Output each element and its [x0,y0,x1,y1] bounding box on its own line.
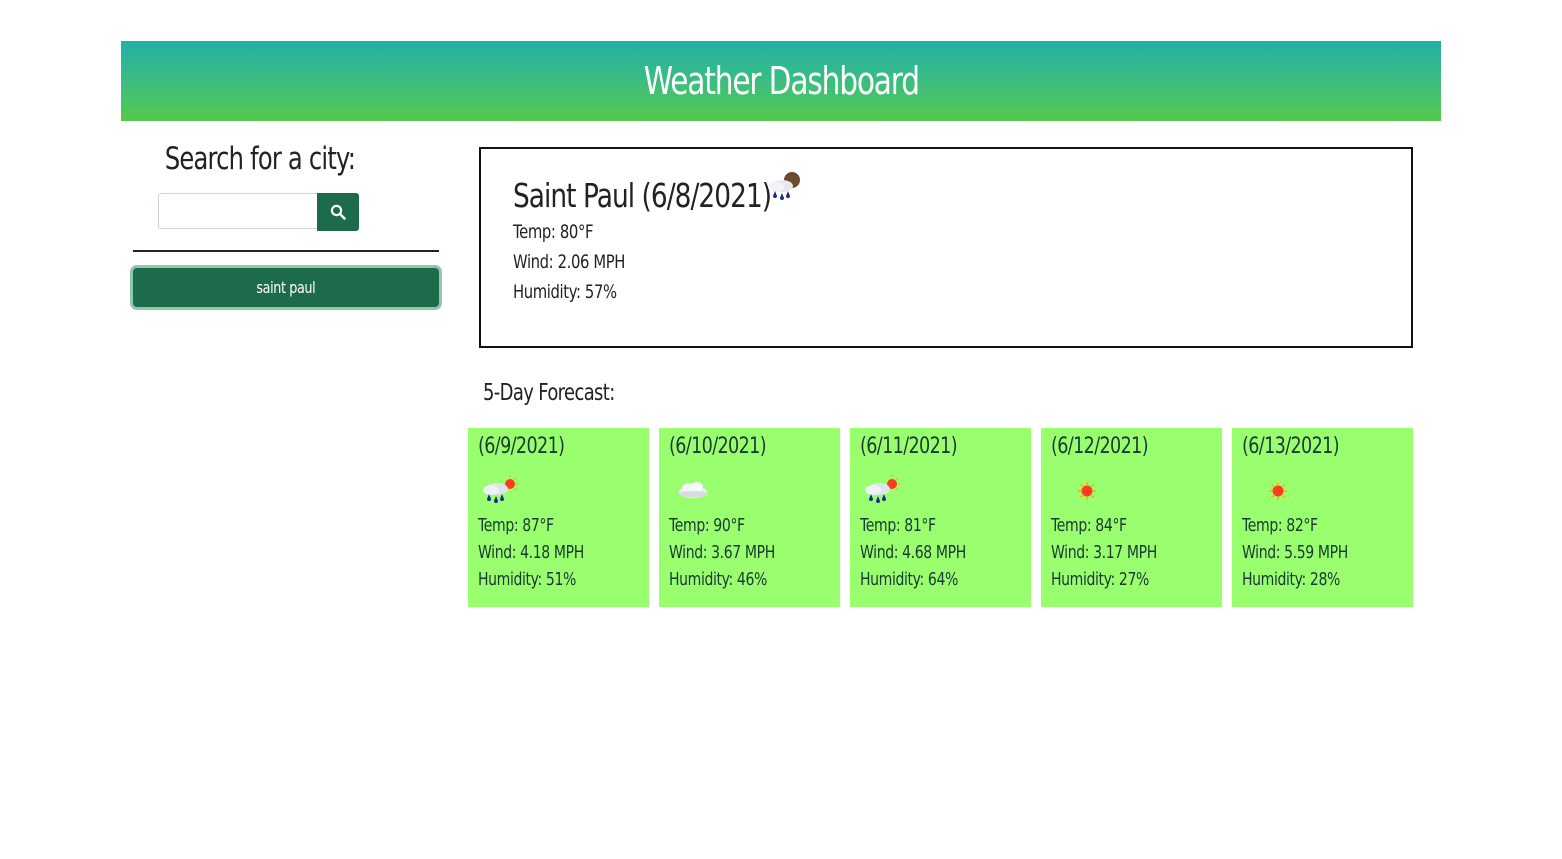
search-icon [330,204,346,220]
sun-icon [1078,482,1096,500]
sun-icon [1269,482,1287,500]
forecast-stats: Temp: 84°F Wind: 3.17 MPH Humidity: 27% [1051,512,1187,593]
forecast-temp: Temp: 81°F [860,515,936,536]
rain-sun-icon [483,475,518,503]
rain-cloud-night-icon [768,172,800,200]
weather-dashboard-page: Weather Dashboard Search for a city: sai… [0,0,1562,859]
search-button[interactable] [317,193,359,231]
forecast-date: (6/9/2021) [478,434,565,459]
forecast-card: (6/11/2021) Temp: 81°F Wind: 4.68 MPH Hu… [850,428,1031,607]
current-humidity: Humidity: 57% [513,281,617,303]
current-city-title: Saint Paul (6/8/2021) [513,176,772,215]
forecast-stats: Temp: 82°F Wind: 5.59 MPH Humidity: 28% [1242,512,1378,593]
forecast-humidity: Humidity: 28% [1242,569,1340,590]
page-title: Weather Dashboard [643,59,919,103]
forecast-date: (6/11/2021) [860,434,958,459]
forecast-temp: Temp: 84°F [1051,515,1127,536]
forecast-card: (6/13/2021) Temp: 82°F Wind: 5.59 MPH Hu… [1232,428,1413,607]
forecast-date: (6/10/2021) [669,434,767,459]
forecast-stats: Temp: 81°F Wind: 4.68 MPH Humidity: 64% [860,512,996,593]
header-banner: Weather Dashboard [121,41,1441,121]
forecast-wind: Wind: 4.18 MPH [478,542,584,563]
forecast-date: (6/13/2021) [1242,434,1340,459]
history-button-label: saint paul [256,278,316,297]
cloud-icon [678,482,708,498]
forecast-temp: Temp: 87°F [478,515,554,536]
forecast-date: (6/12/2021) [1051,434,1149,459]
forecast-stats: Temp: 87°F Wind: 4.18 MPH Humidity: 51% [478,512,614,593]
search-form [158,193,359,231]
forecast-humidity: Humidity: 51% [478,569,576,590]
forecast-wind: Wind: 3.17 MPH [1051,542,1157,563]
forecast-stats: Temp: 90°F Wind: 3.67 MPH Humidity: 46% [669,512,805,593]
sidebar-divider [133,250,439,252]
rain-sun-icon [865,475,900,503]
forecast-heading: 5-Day Forecast: [483,380,615,406]
forecast-humidity: Humidity: 64% [860,569,958,590]
forecast-cards: (6/9/2021) Temp: 87°F Wind: 4.18 MPH Hum… [468,428,1413,607]
current-wind: Wind: 2.06 MPH [513,251,626,273]
current-weather-panel: Saint Paul (6/8/2021) Temp: 80°F Wind: 2… [479,147,1413,348]
forecast-wind: Wind: 4.68 MPH [860,542,966,563]
history-button-saint-paul[interactable]: saint paul [133,268,439,307]
forecast-humidity: Humidity: 27% [1051,569,1149,590]
search-heading: Search for a city: [164,141,356,177]
forecast-wind: Wind: 3.67 MPH [669,542,775,563]
current-stats: Temp: 80°F Wind: 2.06 MPH Humidity: 57% [513,217,657,307]
sidebar: Search for a city: saint paul [133,137,439,307]
current-temp: Temp: 80°F [513,221,594,243]
forecast-card: (6/10/2021) Temp: 90°F Wind: 3.67 MPH Hu… [659,428,840,607]
forecast-card: (6/9/2021) Temp: 87°F Wind: 4.18 MPH Hum… [468,428,649,607]
city-search-input[interactable] [158,193,317,229]
current-title-row: Saint Paul (6/8/2021) [513,172,836,219]
forecast-temp: Temp: 90°F [669,515,745,536]
forecast-temp: Temp: 82°F [1242,515,1318,536]
forecast-card: (6/12/2021) Temp: 84°F Wind: 3.17 MPH Hu… [1041,428,1222,607]
forecast-wind: Wind: 5.59 MPH [1242,542,1348,563]
forecast-humidity: Humidity: 46% [669,569,767,590]
